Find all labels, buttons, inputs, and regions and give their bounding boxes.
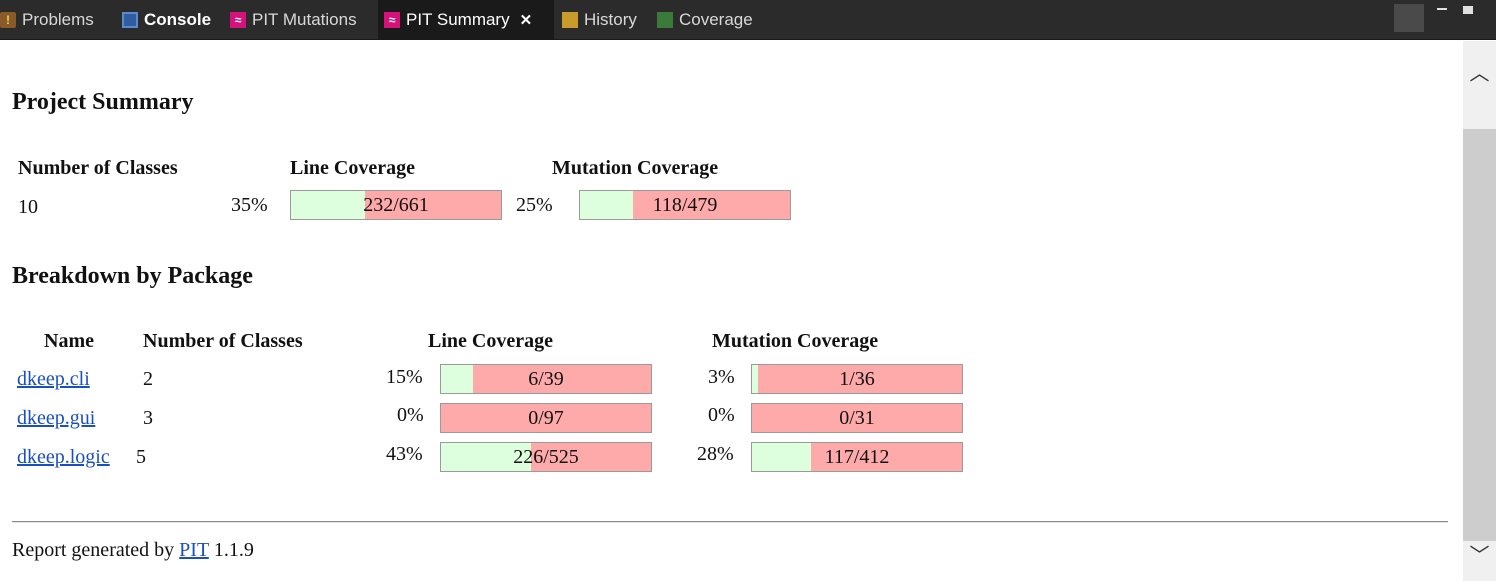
report-view: Project Summary Number of Classes Line C… <box>0 41 1463 581</box>
project-mutation-pct: 25% <box>516 194 553 216</box>
report-title-clipped <box>300 41 310 64</box>
package-line-pct: 15% <box>386 366 423 388</box>
tab-label: PIT Summary <box>406 10 510 29</box>
project-line-pct: 35% <box>231 194 268 216</box>
vertical-scrollbar[interactable]: ︿ ﹀ <box>1463 41 1496 581</box>
package-mutation-pct: 0% <box>708 404 735 426</box>
coverage-ratio: 117/412 <box>824 445 890 468</box>
package-link-dkeep-logic[interactable]: dkeep.logic <box>17 446 110 469</box>
close-icon[interactable]: ✕ <box>520 11 533 29</box>
header-number-of-classes: Number of Classes <box>143 330 303 352</box>
chevron-down-icon[interactable]: ﹀ <box>1463 541 1496 567</box>
tab-coverage[interactable]: Coverage <box>657 0 753 40</box>
pit-icon: ≈ <box>230 12 246 28</box>
package-line-coverage-bar: 0/97 <box>440 403 652 433</box>
project-summary-heading: Project Summary <box>12 89 194 115</box>
tab-label: History <box>584 10 637 29</box>
package-line-coverage-bar: 226/525 <box>440 442 652 472</box>
package-line-coverage-bar: 6/39 <box>440 364 652 394</box>
pit-version: 1.1.9 <box>213 539 254 561</box>
package-class-count: 5 <box>136 446 146 468</box>
package-line-pct: 43% <box>386 443 423 465</box>
coverage-ratio: 0/97 <box>528 406 564 429</box>
project-line-coverage-bar: 232/661 <box>290 190 502 220</box>
coverage-ratio: 226/525 <box>513 445 579 468</box>
header-mutation-coverage: Mutation Coverage <box>712 330 879 352</box>
package-mutation-pct: 28% <box>697 443 734 465</box>
console-icon <box>122 12 138 28</box>
coverage-ratio: 0/31 <box>839 406 875 429</box>
package-link-dkeep-gui[interactable]: dkeep.gui <box>17 407 95 430</box>
header-line-coverage: Line Coverage <box>290 157 415 179</box>
package-mutation-pct: 3% <box>708 366 735 388</box>
minimize-icon[interactable] <box>1437 8 1447 10</box>
project-class-count: 10 <box>18 196 38 218</box>
view-tab-bar: ! Problems Console ≈ PIT Mutations ≈ PIT… <box>0 0 1496 40</box>
tab-label: Problems <box>22 10 94 29</box>
footer-text: Report generated by <box>12 539 175 561</box>
tab-pit-summary[interactable]: ≈ PIT Summary ✕ <box>378 0 554 40</box>
coverage-ratio: 6/39 <box>528 367 564 390</box>
scrollbar-thumb[interactable] <box>1463 129 1496 541</box>
package-link-dkeep-cli[interactable]: dkeep.cli <box>17 368 90 391</box>
header-name: Name <box>44 330 94 352</box>
coverage-ratio: 1/36 <box>839 367 875 390</box>
header-mutation-coverage: Mutation Coverage <box>552 157 719 179</box>
pit-link[interactable]: PIT <box>179 539 209 561</box>
package-mutation-coverage-bar: 117/412 <box>751 442 963 472</box>
package-line-pct: 0% <box>397 404 424 426</box>
package-mutation-coverage-bar: 0/31 <box>751 403 963 433</box>
pit-icon: ≈ <box>384 12 400 28</box>
package-class-count: 2 <box>143 368 153 390</box>
coverage-ratio: 232/661 <box>363 193 429 216</box>
tab-console[interactable]: Console <box>122 0 211 40</box>
header-number-of-classes: Number of Classes <box>18 157 178 179</box>
chevron-up-icon[interactable]: ︿ <box>1463 59 1496 85</box>
tab-history[interactable]: History <box>562 0 637 40</box>
history-icon <box>562 12 578 28</box>
coverage-ratio: 118/479 <box>652 193 718 216</box>
project-mutation-coverage-bar: 118/479 <box>579 190 791 220</box>
coverage-icon <box>657 12 673 28</box>
view-menu-button[interactable] <box>1394 4 1424 32</box>
report-footer: Report generated by PIT 1.1.9 <box>12 539 254 562</box>
problems-icon: ! <box>0 12 16 28</box>
breakdown-heading: Breakdown by Package <box>12 263 253 289</box>
maximize-icon[interactable] <box>1463 6 1473 14</box>
tab-label: Coverage <box>679 10 753 29</box>
tab-pit-mutations[interactable]: ≈ PIT Mutations <box>230 0 357 40</box>
tab-problems[interactable]: ! Problems <box>0 0 94 40</box>
tab-label: Console <box>144 10 212 29</box>
package-mutation-coverage-bar: 1/36 <box>751 364 963 394</box>
divider <box>12 521 1448 523</box>
header-line-coverage: Line Coverage <box>428 330 553 352</box>
package-class-count: 3 <box>143 407 153 429</box>
tab-label: PIT Mutations <box>252 10 357 29</box>
